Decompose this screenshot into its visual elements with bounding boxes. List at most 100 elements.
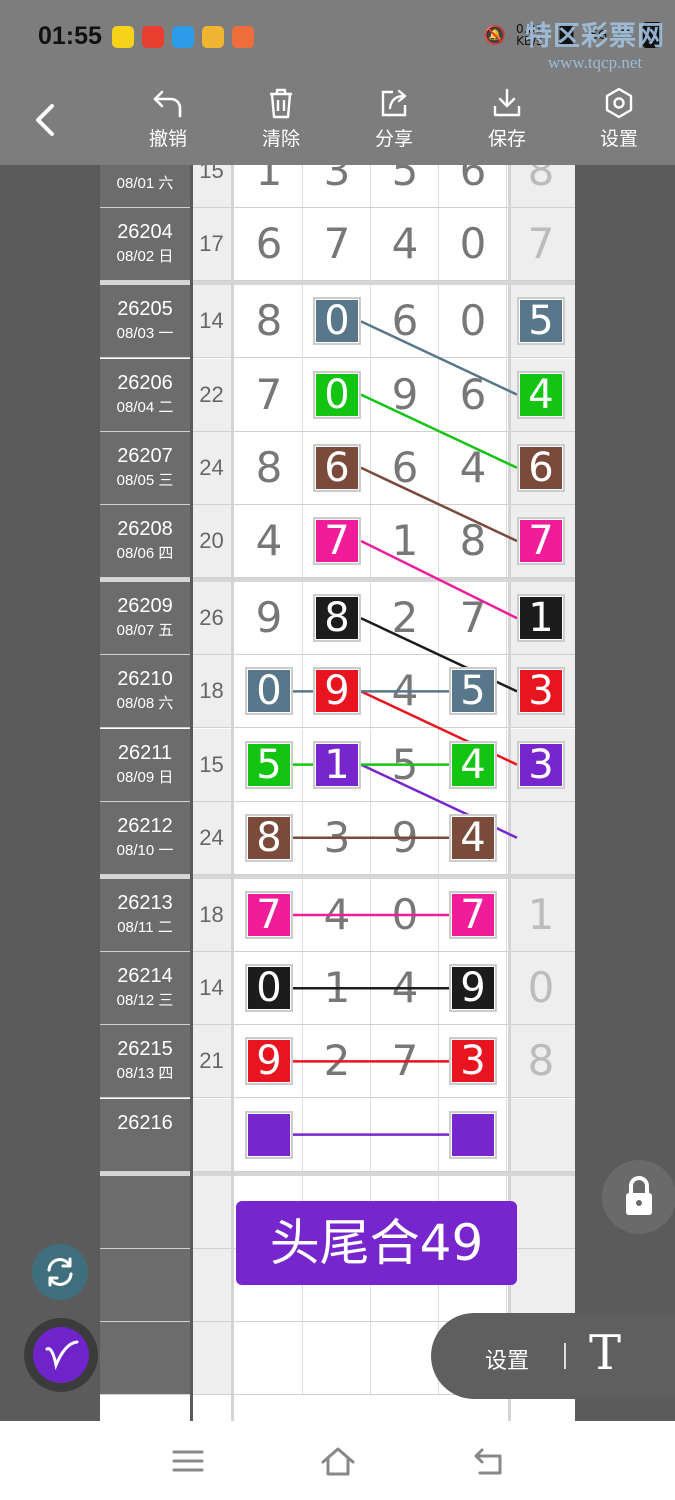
highlighted-digit[interactable] xyxy=(449,1110,497,1159)
digit-cell[interactable] xyxy=(371,1322,439,1395)
highlighted-digit[interactable]: 0 xyxy=(245,667,293,716)
highlighted-digit[interactable]: 7 xyxy=(245,891,293,939)
sum-cell: 18 xyxy=(191,879,232,951)
lock-icon xyxy=(626,1176,652,1215)
floating-settings-menu[interactable]: 设置 T xyxy=(431,1313,675,1399)
highlighted-digit[interactable]: 5 xyxy=(449,667,497,716)
highlighted-digit[interactable]: 9 xyxy=(449,964,497,1013)
undo-icon xyxy=(153,90,182,118)
tail-cell[interactable] xyxy=(511,1175,575,1248)
digit: 4 xyxy=(391,666,419,716)
sum-cell: 24 xyxy=(191,431,232,504)
highlighted-tail[interactable]: 6 xyxy=(517,443,565,492)
digit-cell[interactable] xyxy=(303,1322,371,1395)
issue-number: 26210 xyxy=(117,668,173,691)
digit: 7 xyxy=(323,219,351,269)
toolbar: 撤销 清除 分享 保存 设置 xyxy=(0,78,675,165)
undo-button[interactable]: 撤销 xyxy=(128,86,208,151)
sum-cell xyxy=(191,1098,232,1171)
sum-cell: 21 xyxy=(191,1025,232,1098)
clear-button[interactable]: 清除 xyxy=(241,86,321,151)
digit-cell[interactable] xyxy=(235,1322,303,1395)
digit-cell[interactable] xyxy=(371,1098,439,1171)
highlighted-digit[interactable]: 8 xyxy=(245,813,293,862)
digit: 7 xyxy=(459,593,487,643)
digit: 6 xyxy=(459,369,487,419)
trend-chart[interactable]: 2620308/01 六15135682620408/02 日176740726… xyxy=(100,165,575,1421)
highlighted-digit[interactable]: 9 xyxy=(313,667,361,716)
hexagon-settings-icon xyxy=(605,87,633,119)
highlighted-digit[interactable]: 3 xyxy=(449,1037,497,1086)
undo-label: 撤销 xyxy=(148,128,187,150)
issue-cell: 26210 08/08 六 xyxy=(100,655,190,728)
back-arrow-icon[interactable] xyxy=(28,100,62,140)
highlighted-digit[interactable]: 6 xyxy=(313,443,361,492)
digit: 8 xyxy=(459,516,487,565)
highlighted-tail[interactable]: 3 xyxy=(517,667,565,716)
digit: 4 xyxy=(459,442,487,492)
issue-date: 08/08 六 xyxy=(116,695,174,713)
refresh-button[interactable] xyxy=(32,1244,88,1300)
highlighted-tail[interactable]: 5 xyxy=(517,297,565,346)
tail-cell[interactable] xyxy=(511,801,575,874)
share-button[interactable]: 分享 xyxy=(354,86,434,151)
highlighted-digit[interactable]: 4 xyxy=(449,813,497,862)
digit: 1 xyxy=(255,165,283,195)
highlighted-digit[interactable]: 8 xyxy=(313,594,361,643)
sum-cell: 17 xyxy=(191,208,232,281)
highlighted-digit[interactable]: 0 xyxy=(313,297,361,346)
back-nav-icon[interactable] xyxy=(468,1443,508,1479)
highlighted-digit[interactable]: 9 xyxy=(245,1037,293,1086)
sum-cell: 15 xyxy=(191,728,232,801)
sum-cell: 14 xyxy=(191,952,232,1025)
tail-cell[interactable] xyxy=(511,1098,575,1171)
issue-cell: 26204 08/02 日 xyxy=(100,208,190,281)
meituan-app-icon xyxy=(112,26,134,48)
highlighted-digit[interactable]: 1 xyxy=(313,740,361,789)
digit: 5 xyxy=(391,165,419,195)
highlighted-digit[interactable]: 0 xyxy=(313,370,361,419)
pen-button[interactable] xyxy=(24,1318,98,1392)
pen-stroke-icon xyxy=(45,1340,79,1371)
highlighted-digit[interactable]: 7 xyxy=(449,891,497,939)
issue-date: 08/06 四 xyxy=(116,545,174,562)
highlighted-tail[interactable]: 7 xyxy=(517,517,565,565)
highlighted-digit[interactable] xyxy=(245,1110,293,1159)
floating-settings-label[interactable]: 设置 xyxy=(485,1343,529,1375)
home-icon[interactable] xyxy=(318,1443,358,1479)
issue-number: 26209 xyxy=(117,595,173,618)
highlighted-digit[interactable]: 7 xyxy=(313,517,361,565)
column-divider xyxy=(190,165,193,1421)
highlighted-digit[interactable]: 5 xyxy=(245,740,293,789)
download-icon xyxy=(493,88,521,117)
sum-cell: 24 xyxy=(191,801,232,874)
highlighted-digit[interactable]: 0 xyxy=(245,964,293,1013)
issue-date: 08/11 二 xyxy=(117,919,173,936)
issue-date: 08/01 六 xyxy=(116,175,174,192)
settings-button[interactable]: 设置 xyxy=(579,86,659,151)
tail-cell[interactable] xyxy=(511,1249,575,1321)
digit: 9 xyxy=(391,369,419,419)
issue-date: 08/07 五 xyxy=(116,622,174,640)
highlighted-tail[interactable]: 3 xyxy=(517,740,565,789)
issue-number: 26206 xyxy=(117,371,173,394)
sum-cell: 14 xyxy=(191,285,232,358)
digit: 3 xyxy=(323,812,351,862)
share-label: 分享 xyxy=(374,128,413,150)
digit: 8 xyxy=(255,442,283,492)
sum-cell: 20 xyxy=(191,505,232,577)
highlighted-tail[interactable]: 4 xyxy=(517,370,565,419)
lock-button[interactable] xyxy=(602,1160,675,1234)
highlighted-tail[interactable]: 1 xyxy=(517,594,565,643)
highlighted-digit[interactable]: 4 xyxy=(449,740,497,789)
text-tool-icon[interactable]: T xyxy=(589,1325,621,1381)
menu-icon[interactable] xyxy=(168,1443,208,1479)
status-time: 01:55 xyxy=(38,22,102,50)
digit-cell[interactable] xyxy=(303,1098,371,1171)
save-button[interactable]: 保存 xyxy=(467,86,547,151)
tail-digit: 7 xyxy=(527,219,555,269)
digit: 1 xyxy=(391,516,419,565)
issue-number: 26216 xyxy=(117,1111,173,1134)
digit: 4 xyxy=(391,219,419,269)
watermark: 特区彩票网 www.tqcp.net xyxy=(525,14,665,73)
